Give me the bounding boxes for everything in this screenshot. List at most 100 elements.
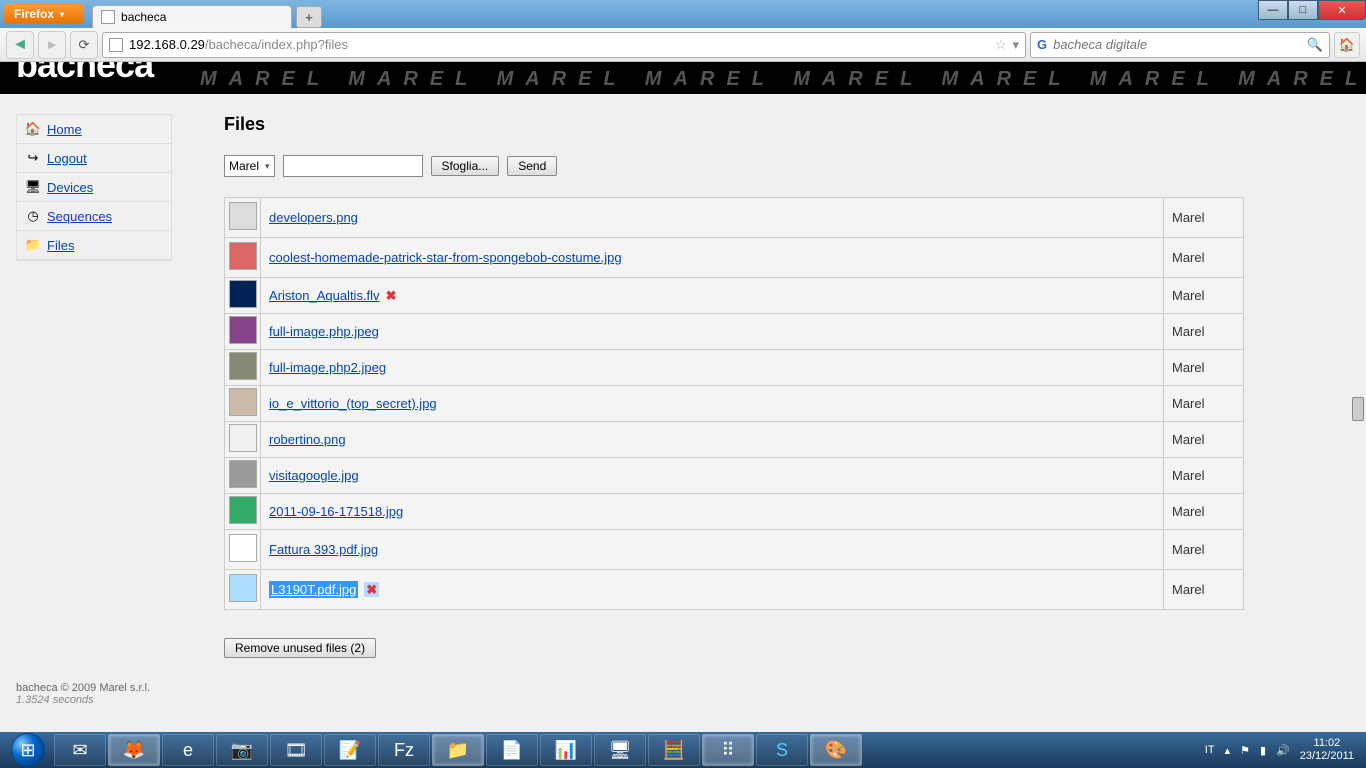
sidebar-link[interactable]: Files — [47, 238, 74, 253]
file-path-input[interactable] — [283, 155, 423, 177]
taskbar-app-notepadpp[interactable]: 📝 — [324, 734, 376, 766]
file-owner: Marel — [1164, 494, 1244, 530]
url-bar[interactable]: 192.168.0.29/bacheca/index.php?files ☆ ▾ — [102, 32, 1026, 58]
file-link[interactable]: Fattura 393.pdf.jpg — [269, 542, 378, 557]
url-host: 192.168.0.29 — [129, 37, 205, 52]
taskbar-app-camera[interactable]: 📷 — [216, 734, 268, 766]
taskbar-app-paint[interactable]: 🎨 — [810, 734, 862, 766]
tray-arrow-icon[interactable]: ▴ — [1225, 744, 1231, 757]
file-link[interactable]: full-image.php2.jpeg — [269, 360, 386, 375]
sidebar-link[interactable]: Logout — [47, 151, 87, 166]
sidebar-link[interactable]: Sequences — [47, 209, 112, 224]
delete-icon[interactable]: ✖ — [364, 582, 379, 597]
tray-network-icon[interactable]: ▮ — [1260, 744, 1266, 757]
table-row: coolest-homemade-patrick-star-from-spong… — [225, 238, 1244, 278]
browse-button[interactable]: Sfoglia... — [431, 156, 500, 176]
file-owner: Marel — [1164, 422, 1244, 458]
taskbar-app-skype[interactable]: S — [756, 734, 808, 766]
maximize-button[interactable]: □ — [1288, 0, 1318, 20]
sidebar-item-devices[interactable]: 🖥 Devices — [17, 173, 171, 202]
file-thumbnail — [229, 242, 257, 270]
file-link[interactable]: io_e_vittorio_(top_secret).jpg — [269, 396, 437, 411]
table-row: visitagoogle.jpgMarel — [225, 458, 1244, 494]
file-link[interactable]: visitagoogle.jpg — [269, 468, 359, 483]
bookmark-star-icon[interactable]: ☆ — [995, 37, 1007, 53]
taskbar-app-ie[interactable]: e — [162, 734, 214, 766]
sidebar-item-logout[interactable]: ↪Logout — [17, 144, 171, 173]
url-path: /bacheca/index.php?files — [205, 37, 348, 52]
taskbar-clock[interactable]: 11:02 23/12/2011 — [1300, 737, 1354, 763]
tab-title: bacheca — [121, 10, 166, 24]
sidebar-item-home[interactable]: 🏠 Home — [17, 115, 171, 144]
sidebar-link[interactable]: Devices — [47, 180, 93, 195]
sidebar-link[interactable]: Home — [47, 122, 82, 137]
table-row: L3190T.pdf.jpg✖Marel — [225, 570, 1244, 610]
forward-button[interactable]: ► — [38, 31, 66, 59]
page-footer: bacheca © 2009 Marel s.r.l. 1.3524 secon… — [0, 678, 1366, 710]
language-indicator[interactable]: IT — [1205, 744, 1215, 756]
sidebar-item-files[interactable]: 📁 Files — [17, 231, 171, 260]
taskbar-app-thunderbird[interactable]: ✉ — [54, 734, 106, 766]
files-table: developers.png Marel coolest-homemade-patr… — [224, 197, 1244, 610]
file-link[interactable]: coolest-homemade-patrick-star-from-spong… — [269, 250, 622, 265]
tray-volume-icon[interactable]: 🔊 — [1276, 744, 1290, 757]
browser-navbar: ◄ ► ⟳ 192.168.0.29/bacheca/index.php?fil… — [0, 28, 1366, 62]
file-link[interactable]: 2011-09-16-171518.jpg — [269, 504, 403, 519]
system-tray: IT ▴ ⚑ ▮ 🔊 11:02 23/12/2011 — [1205, 737, 1362, 763]
taskbar-app-writer[interactable]: 📄 — [486, 734, 538, 766]
search-icon[interactable]: 🔍 — [1307, 37, 1323, 53]
new-tab-button[interactable]: + — [296, 6, 322, 28]
table-row: developers.png Marel — [225, 198, 1244, 238]
sidebar-item-sequences[interactable]: ◷Sequences — [17, 202, 171, 231]
table-row: robertino.png Marel — [225, 422, 1244, 458]
tray-flag-icon[interactable]: ⚑ — [1240, 744, 1250, 757]
send-button[interactable]: Send — [507, 156, 557, 176]
file-thumbnail — [229, 352, 257, 380]
page-icon — [101, 10, 115, 24]
file-owner: Marel — [1164, 278, 1244, 314]
taskbar-app-bb[interactable]: ⠿ — [702, 734, 754, 766]
file-link[interactable]: developers.png — [269, 210, 358, 225]
file-thumbnail — [229, 316, 257, 344]
file-link[interactable]: Ariston_Aqualtis.flv — [269, 288, 380, 303]
search-input[interactable] — [1053, 37, 1301, 52]
delete-icon[interactable]: ✖ — [386, 288, 397, 303]
sidebar-icon: 📁 — [25, 237, 41, 253]
browser-tab[interactable]: bacheca — [92, 5, 292, 28]
sidebar-icon: 🖥 — [25, 179, 41, 195]
taskbar-app-calc[interactable]: 📊 — [540, 734, 592, 766]
browser-titlebar: Firefox bacheca + — □ ✕ — [0, 0, 1366, 28]
firefox-menu-button[interactable]: Firefox — [4, 4, 84, 24]
file-thumbnail — [229, 202, 257, 230]
reload-button[interactable]: ⟳ — [70, 31, 98, 59]
site-icon — [109, 38, 123, 52]
file-owner: Marel — [1164, 198, 1244, 238]
remove-unused-button[interactable]: Remove unused files (2) — [224, 638, 376, 658]
taskbar-app-filezilla[interactable]: Fz — [378, 734, 430, 766]
app-banner: bacheca MAREL MAREL MAREL MAREL MAREL MA… — [0, 62, 1366, 94]
start-button[interactable]: ⊞ — [4, 732, 52, 768]
search-bar[interactable]: G 🔍 — [1030, 32, 1330, 58]
file-link[interactable]: full-image.php.jpeg — [269, 324, 379, 339]
scrollbar-thumb[interactable] — [1352, 397, 1364, 421]
sidebar-icon: 🏠 — [25, 121, 41, 137]
taskbar-app-calculator[interactable]: 🧮 — [648, 734, 700, 766]
dropdown-icon[interactable]: ▾ — [1012, 37, 1019, 53]
file-thumbnail — [229, 388, 257, 416]
file-thumbnail — [229, 460, 257, 488]
page-title: Files — [224, 114, 1244, 135]
table-row: Fattura 393.pdf.jpgMarel — [225, 530, 1244, 570]
minimize-button[interactable]: — — [1258, 0, 1288, 20]
taskbar-app-firefox[interactable]: 🦊 — [108, 734, 160, 766]
file-link[interactable]: L3190T.pdf.jpg — [269, 581, 358, 598]
table-row: io_e_vittorio_(top_secret).jpgMarel — [225, 386, 1244, 422]
owner-select[interactable]: Marel — [224, 155, 275, 177]
back-button[interactable]: ◄ — [6, 31, 34, 59]
file-link[interactable]: robertino.png — [269, 432, 346, 447]
taskbar-app-explorer[interactable]: 📁 — [432, 734, 484, 766]
home-button[interactable]: 🏠 — [1334, 32, 1360, 58]
close-button[interactable]: ✕ — [1318, 0, 1366, 20]
taskbar-app-monitor[interactable]: 🖥 — [594, 734, 646, 766]
taskbar-app-media[interactable]: 🎞 — [270, 734, 322, 766]
upload-form: Marel Sfoglia... Send — [224, 155, 1244, 177]
